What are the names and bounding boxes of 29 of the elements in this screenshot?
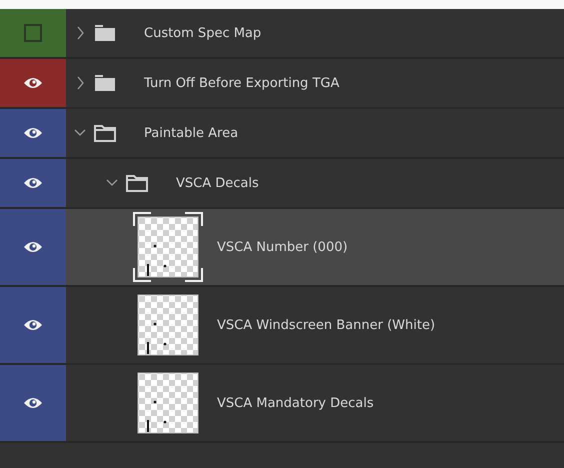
hidden-square-icon (24, 24, 42, 42)
eye-icon (23, 126, 43, 140)
layer-name: VSCA Windscreen Banner (White) (217, 318, 436, 332)
layer-name: VSCA Number (000) (217, 240, 348, 254)
folder-icon (94, 24, 116, 42)
folder-icon (94, 74, 116, 92)
visibility-toggle[interactable] (0, 9, 66, 57)
layer-group-name: VSCA Decals (176, 176, 259, 190)
layer-name: VSCA Mandatory Decals (217, 396, 374, 410)
layer-row[interactable]: VSCA Windscreen Banner (White) (0, 287, 564, 365)
eye-icon (23, 176, 43, 190)
visibility-toggle[interactable] (0, 159, 66, 207)
visibility-toggle[interactable] (0, 109, 66, 157)
visibility-toggle[interactable] (0, 209, 66, 285)
eye-icon (23, 396, 43, 410)
layer-row[interactable]: VSCA Number (000) (0, 209, 564, 287)
visibility-toggle[interactable] (0, 365, 66, 441)
eye-icon (23, 76, 43, 90)
layer-thumbnail (133, 212, 203, 282)
folder-icon (126, 174, 148, 192)
folder-icon (94, 124, 116, 142)
layer-group-name: Paintable Area (144, 126, 238, 140)
eye-icon (23, 240, 43, 254)
visibility-toggle[interactable] (0, 59, 66, 107)
layer-group-name: Turn Off Before Exporting TGA (144, 76, 340, 90)
layer-group-name: Custom Spec Map (144, 26, 262, 40)
layer-row[interactable]: VSCA Mandatory Decals (0, 365, 564, 443)
visibility-toggle[interactable] (0, 287, 66, 363)
eye-icon (23, 318, 43, 332)
